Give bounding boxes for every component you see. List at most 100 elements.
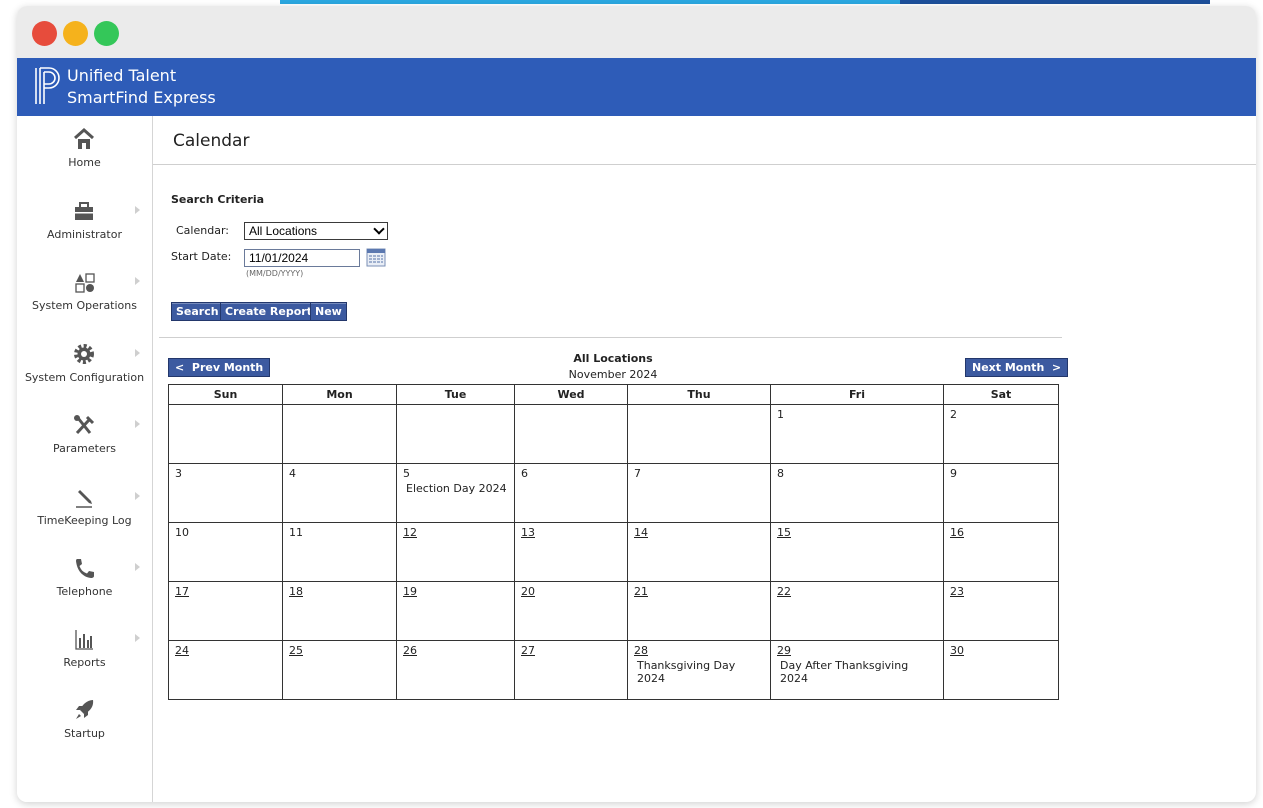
day-number: 9 bbox=[950, 467, 957, 480]
sidebar-item-timekeeping-log[interactable]: TimeKeeping Log bbox=[17, 474, 152, 544]
day-number-link[interactable]: 21 bbox=[634, 585, 764, 598]
app-header: Unified Talent SmartFind Express bbox=[17, 58, 1256, 116]
next-month-button[interactable]: Next Month > bbox=[965, 358, 1069, 377]
calendar-day-cell[interactable]: 19 bbox=[396, 581, 515, 641]
calendar-day-cell[interactable]: 18 bbox=[282, 581, 397, 641]
close-window-button[interactable] bbox=[32, 21, 57, 46]
sidebar-item-label: Startup bbox=[64, 727, 105, 740]
calendar-week-row: 3 4 5 Election Day 2024 6 7 8 9 bbox=[168, 463, 1059, 523]
title-divider bbox=[153, 164, 1256, 165]
calendar-day-cell[interactable]: 23 bbox=[943, 581, 1059, 641]
day-number-link[interactable]: 26 bbox=[403, 644, 508, 657]
sidebar-item-system-configuration[interactable]: System Configuration bbox=[17, 331, 152, 401]
calendar-location-title: All Locations bbox=[573, 352, 653, 365]
calendar-grid: Sun Mon Tue Wed Thu Fri Sat 1 2 3 4 5 Electio… bbox=[168, 384, 1059, 700]
day-number: 3 bbox=[175, 467, 182, 480]
maximize-window-button[interactable] bbox=[94, 21, 119, 46]
weekday-header: Sun bbox=[168, 384, 283, 405]
submenu-arrow-icon bbox=[135, 492, 140, 500]
sidebar-item-label: Home bbox=[68, 156, 101, 169]
day-number-link[interactable]: 20 bbox=[521, 585, 621, 598]
day-number-link[interactable]: 28 bbox=[634, 644, 764, 657]
day-number-link[interactable]: 24 bbox=[175, 644, 276, 657]
calendar-day-cell: 1 bbox=[770, 404, 944, 464]
prev-month-button[interactable]: < Prev Month bbox=[168, 358, 271, 377]
day-number-link[interactable]: 16 bbox=[950, 526, 1052, 539]
calendar-day-cell[interactable]: 13 bbox=[514, 522, 628, 582]
day-number-link[interactable]: 23 bbox=[950, 585, 1052, 598]
calendar-day-cell[interactable]: 21 bbox=[627, 581, 771, 641]
weekday-header: Wed bbox=[514, 384, 628, 405]
day-number: 6 bbox=[521, 467, 528, 480]
calendar-day-cell[interactable]: 29 Day After Thanksgiving 2024 bbox=[770, 640, 944, 700]
day-number: 4 bbox=[289, 467, 296, 480]
powerschool-logo-icon bbox=[35, 67, 60, 104]
calendar-day-cell: 10 bbox=[168, 522, 283, 582]
day-number-link[interactable]: 22 bbox=[777, 585, 937, 598]
calendar-day-cell[interactable]: 26 bbox=[396, 640, 515, 700]
calendar-day-cell[interactable]: 25 bbox=[282, 640, 397, 700]
calendar-day-cell[interactable]: 24 bbox=[168, 640, 283, 700]
calendar-day-cell[interactable]: 17 bbox=[168, 581, 283, 641]
brand-subtitle: SmartFind Express bbox=[67, 88, 216, 107]
calendar-day-cell[interactable]: 15 bbox=[770, 522, 944, 582]
day-number-link[interactable]: 15 bbox=[777, 526, 937, 539]
calendar-week-row: 12 bbox=[168, 404, 1059, 464]
day-number-link[interactable]: 12 bbox=[403, 526, 508, 539]
day-number-link[interactable]: 29 bbox=[777, 644, 937, 657]
day-number-link[interactable]: 25 bbox=[289, 644, 390, 657]
search-button[interactable]: Search bbox=[171, 302, 224, 321]
calendar-event: Election Day 2024 bbox=[406, 482, 507, 495]
sidebar-item-reports[interactable]: Reports bbox=[17, 616, 152, 686]
calendar-day-cell bbox=[627, 404, 771, 464]
section-divider bbox=[159, 337, 1062, 338]
calendar-day-cell[interactable]: 12 bbox=[396, 522, 515, 582]
calendar-select-value: All Locations bbox=[249, 224, 318, 238]
sidebar-item-telephone[interactable]: Telephone bbox=[17, 545, 152, 615]
calendar-day-cell[interactable]: 16 bbox=[943, 522, 1059, 582]
sidebar-item-startup[interactable]: Startup bbox=[17, 687, 152, 757]
search-criteria-heading: Search Criteria bbox=[171, 193, 265, 206]
calendar-day-cell: 7 bbox=[627, 463, 771, 523]
calendar-day-cell: 5 Election Day 2024 bbox=[396, 463, 515, 523]
top-accent-bar bbox=[280, 0, 920, 4]
day-number-link[interactable]: 27 bbox=[521, 644, 621, 657]
day-number-link[interactable]: 17 bbox=[175, 585, 276, 598]
sidebar-item-label: Administrator bbox=[47, 228, 122, 241]
top-accent-bar-dark bbox=[900, 0, 1210, 4]
day-number-link[interactable]: 18 bbox=[289, 585, 390, 598]
new-button[interactable]: New bbox=[310, 302, 347, 321]
calendar-select[interactable]: All Locations bbox=[244, 222, 388, 240]
calendar-day-cell[interactable]: 20 bbox=[514, 581, 628, 641]
sidebar-item-administrator[interactable]: Administrator bbox=[17, 188, 152, 258]
calendar-day-cell[interactable]: 22 bbox=[770, 581, 944, 641]
weekday-header: Sat bbox=[943, 384, 1059, 405]
briefcase-icon bbox=[75, 202, 93, 220]
day-number-link[interactable]: 19 bbox=[403, 585, 508, 598]
day-number-link[interactable]: 13 bbox=[521, 526, 621, 539]
brand-title: Unified Talent bbox=[67, 66, 177, 85]
sidebar-item-parameters[interactable]: Parameters bbox=[17, 402, 152, 472]
calendar-day-cell[interactable]: 28 Thanksgiving Day 2024 bbox=[627, 640, 771, 700]
calendar-day-cell: 8 bbox=[770, 463, 944, 523]
day-number-link[interactable]: 30 bbox=[950, 644, 1052, 657]
create-report-button[interactable]: Create Report bbox=[220, 302, 317, 321]
submenu-arrow-icon bbox=[135, 277, 140, 285]
calendar-day-cell[interactable]: 27 bbox=[514, 640, 628, 700]
calendar-day-cell[interactable]: 14 bbox=[627, 522, 771, 582]
minimize-window-button[interactable] bbox=[63, 21, 88, 46]
weekday-header: Fri bbox=[770, 384, 944, 405]
calendar-day-cell: 11 bbox=[282, 522, 397, 582]
sidebar-item-system-operations[interactable]: System Operations bbox=[17, 259, 152, 329]
calendar-picker-icon[interactable] bbox=[366, 247, 386, 267]
calendar-day-cell bbox=[514, 404, 628, 464]
day-number: 7 bbox=[634, 467, 641, 480]
calendar-week-row: 24 25 26 27 28 Thanksgiving Day 2024 29 Day Aft… bbox=[168, 640, 1059, 700]
calendar-day-cell[interactable]: 30 bbox=[943, 640, 1059, 700]
phone-icon bbox=[76, 559, 94, 578]
day-number-link[interactable]: 14 bbox=[634, 526, 764, 539]
day-number: 1 bbox=[777, 408, 784, 421]
sidebar-item-home[interactable]: Home bbox=[17, 116, 152, 186]
start-date-input[interactable]: 11/01/2024 bbox=[244, 249, 360, 267]
sidebar-item-label: Reports bbox=[63, 656, 106, 669]
